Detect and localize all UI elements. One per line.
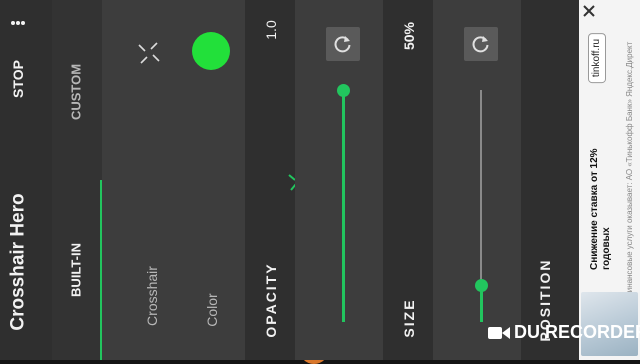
- app-title: Crosshair Hero: [7, 193, 29, 331]
- app-bar: STOP Crosshair Hero: [0, 0, 52, 360]
- opacity-control: [295, 0, 383, 360]
- tab-custom[interactable]: CUSTOM: [69, 64, 84, 120]
- size-control: [433, 0, 521, 360]
- opacity-panel: 1.0 OPACITY: [245, 0, 329, 364]
- refresh-icon: [334, 36, 351, 53]
- ad-banner[interactable]: tinkoff.ru Финансовые услуги оказывает: …: [579, 0, 640, 360]
- opacity-slider-track[interactable]: [342, 90, 345, 322]
- opacity-slider-thumb[interactable]: [337, 84, 350, 97]
- size-value: 50%: [401, 21, 417, 51]
- color-swatch[interactable]: [192, 32, 230, 70]
- opacity-reset-button[interactable]: [326, 27, 360, 61]
- tab-bar: CUSTOM BUILT-IN: [52, 0, 103, 360]
- opacity-label: OPACITY: [263, 262, 279, 338]
- ad-disclaimer: Финансовые услуги оказывает: АО «Тинькоф…: [625, 41, 634, 299]
- size-label: SIZE: [401, 298, 417, 338]
- ad-headline: Снижение ставка от 12% годовых: [589, 148, 612, 270]
- close-icon[interactable]: [583, 4, 595, 17]
- crosshair-label: Crosshair: [144, 266, 160, 326]
- position-panel: POSITION: [521, 0, 579, 360]
- opacity-value: 1.0: [263, 20, 279, 40]
- stop-button[interactable]: STOP: [10, 60, 26, 98]
- ad-domain-button[interactable]: tinkoff.ru: [588, 32, 606, 84]
- color-label: Color: [204, 293, 220, 327]
- refresh-icon: [472, 36, 489, 53]
- crosshair-preview-icon[interactable]: [136, 40, 162, 66]
- size-slider-thumb[interactable]: [475, 279, 488, 292]
- size-reset-button[interactable]: [464, 27, 498, 61]
- size-panel: 50% SIZE: [383, 0, 433, 360]
- size-slider-track[interactable]: [480, 90, 482, 286]
- tab-builtin[interactable]: BUILT-IN: [69, 243, 84, 297]
- video-camera-icon: [488, 327, 510, 339]
- builtin-panel: Crosshair Color: [102, 0, 245, 360]
- more-vert-icon[interactable]: [11, 20, 25, 28]
